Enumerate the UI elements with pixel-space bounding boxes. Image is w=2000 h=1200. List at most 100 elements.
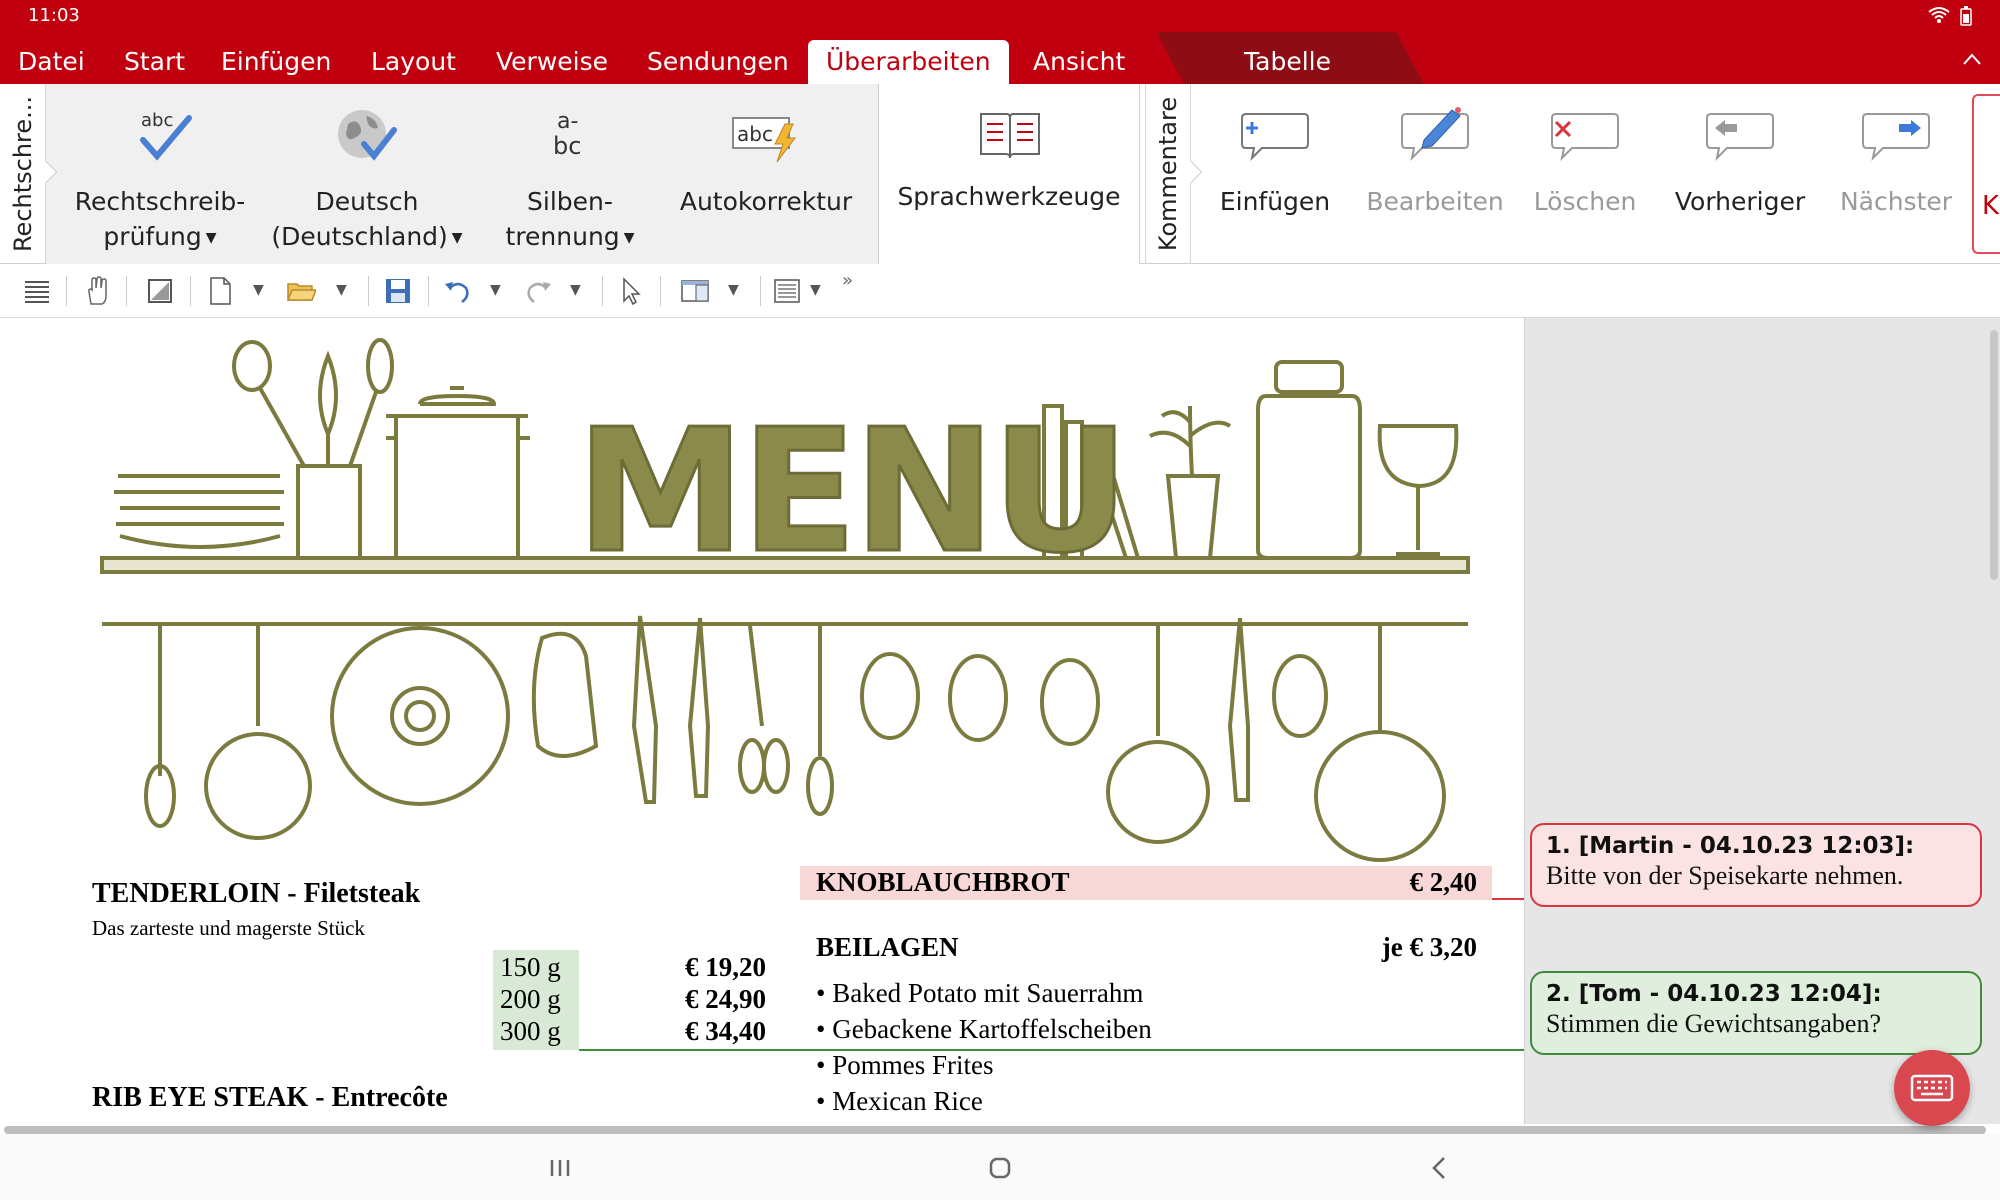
autocorrect-icon: abc: [732, 117, 796, 163]
view-mode-icon[interactable]: [680, 276, 710, 306]
comment-1-text: Bitte von der Speisekarte nehmen.: [1546, 861, 1904, 890]
naechster-label: Nächster: [1839, 187, 1953, 216]
quick-toolbar: ▼ ▼ ▼ ▼ ▼ ▼ »: [0, 264, 2000, 318]
einfuegen-label: Einfügen: [1219, 187, 1331, 216]
view-mode-dropdown-icon[interactable]: ▼: [728, 282, 739, 298]
beilage-item: • Baked Potato mit Sauerrahm: [816, 978, 1144, 1008]
ribeye-title: RIB EYE STEAK - Entrecôte: [92, 1082, 448, 1113]
page-layout-dropdown-icon[interactable]: ▼: [810, 282, 821, 298]
globe-check-icon: [338, 110, 397, 161]
home-icon[interactable]: [980, 1148, 1020, 1188]
menu-einfuegen[interactable]: Einfügen: [221, 40, 331, 84]
knoblauchbrot-title: KNOBLAUCHBROT: [816, 867, 1070, 897]
beilage-item: • Mexican Rice: [816, 1086, 983, 1116]
comment-2-connector: [579, 1049, 1524, 1051]
back-icon[interactable]: [1420, 1148, 1460, 1188]
sprache-button[interactable]: Deutsch (Deutschland) ▼: [262, 84, 472, 264]
comment-delete-icon: [1551, 113, 1619, 162]
dropdown-arrow-icon[interactable]: ▼: [624, 230, 635, 246]
beilagen-title: BEILAGEN: [816, 932, 959, 962]
menu-kitchen-illustration: MENU: [100, 338, 1470, 862]
document-page[interactable]: MENU TENDERLOIN - Filetsteak Das zartest…: [0, 318, 1524, 1124]
loeschen-label: Löschen: [1533, 187, 1637, 216]
open-dropdown-icon[interactable]: ▼: [336, 282, 347, 298]
silben-label-1: Silben-: [527, 187, 613, 216]
new-document-dropdown-icon[interactable]: ▼: [253, 282, 264, 298]
ribbon: Rechtschre... abc Rechtschreib-prüfung ▼ …: [0, 84, 2000, 264]
status-time: 11:03: [28, 5, 80, 26]
comment-1-header: 1. [Martin - 04.10.23 12:03]:: [1546, 833, 1915, 859]
tenderloin-title: TENDERLOIN - Filetsteak: [92, 878, 421, 909]
svg-text:abc: abc: [141, 110, 173, 131]
app-window: 11:03 Datei Start Einfügen Layout Verwei…: [0, 0, 2000, 1200]
sprachwerkzeuge-button[interactable]: Sprachwerkzeuge: [878, 84, 1140, 264]
menu-bar: Datei Start Einfügen Layout Verweise Sen…: [0, 40, 2000, 84]
undo-icon[interactable]: [442, 276, 472, 306]
wifi-icon: [1928, 7, 1950, 23]
deutsch-label-1: Deutsch: [315, 187, 419, 216]
horizontal-scrollbar[interactable]: [4, 1126, 1986, 1134]
redo-dropdown-icon[interactable]: ▼: [570, 282, 581, 298]
menu-verweise[interactable]: Verweise: [496, 40, 608, 84]
select-pointer-icon[interactable]: [616, 276, 646, 306]
book-icon: [980, 113, 1040, 159]
menu-ansicht[interactable]: Ansicht: [1033, 40, 1125, 84]
beilage-item: • Gebackene Kartoffelscheiben: [816, 1014, 1152, 1044]
dropdown-arrow-icon[interactable]: ▼: [452, 230, 463, 246]
svg-text:abc: abc: [737, 122, 773, 146]
kommentar-einfuegen-button[interactable]: Einfügen: [1205, 84, 1345, 264]
menu-datei[interactable]: Datei: [18, 40, 85, 84]
new-document-icon[interactable]: [205, 276, 235, 306]
shading-icon[interactable]: [145, 276, 175, 306]
open-folder-icon[interactable]: [286, 276, 316, 306]
comment-2[interactable]: 2. [Tom - 04.10.23 12:04]: Stimmen die G…: [1530, 971, 1982, 1055]
weight-300: 300 g: [500, 1016, 561, 1046]
kommentar-naechster-button[interactable]: Nächster: [1826, 84, 1966, 264]
group-kommentare-tab[interactable]: Kommentare: [1145, 84, 1203, 264]
comment-edit-icon: [1401, 107, 1469, 162]
comment-1-connector: [1492, 898, 1524, 900]
vorheriger-label: Vorheriger: [1674, 187, 1806, 216]
menu-sendungen[interactable]: Sendungen: [647, 40, 789, 84]
menu-start[interactable]: Start: [124, 40, 185, 84]
collapse-ribbon-icon[interactable]: [1962, 52, 1982, 66]
deutsch-label-2: (Deutschland): [271, 222, 448, 251]
dropdown-arrow-icon[interactable]: ▼: [206, 230, 217, 246]
toolbar-overflow-icon[interactable]: »: [842, 270, 853, 291]
kommentar-bearbeiten-button[interactable]: Bearbeiten: [1360, 84, 1510, 264]
autokorrektur-button[interactable]: abc Autokorrektur: [668, 84, 864, 264]
beilage-item: • Pommes Frites: [816, 1050, 994, 1080]
redo-icon[interactable]: [524, 276, 554, 306]
menu-tabelle[interactable]: Tabelle: [1244, 40, 1331, 84]
keyboard-toggle-button[interactable]: [1894, 1050, 1970, 1126]
group-rechtschreibung-tab[interactable]: Rechtschre...: [0, 84, 58, 264]
knoblauchbrot-price: € 2,40: [1409, 867, 1478, 897]
spellcheck-icon: abc: [140, 110, 192, 161]
comment-next-icon: [1862, 113, 1930, 162]
comment-add-icon: [1241, 113, 1309, 162]
menu-ueberarbeiten[interactable]: Überarbeiten: [808, 40, 1009, 84]
outline-view-icon[interactable]: [22, 276, 52, 306]
comment-2-text: Stimmen die Gewichtsangaben?: [1546, 1009, 1882, 1038]
ribbon-overflow-button[interactable]: K: [1972, 94, 2000, 254]
hand-tool-icon[interactable]: [82, 276, 112, 306]
keyboard-icon: [1910, 1074, 1954, 1102]
comment-previous-icon: [1706, 113, 1774, 162]
comment-2-header: 2. [Tom - 04.10.23 12:04]:: [1546, 981, 1882, 1007]
kommentar-vorheriger-button[interactable]: Vorheriger: [1665, 84, 1815, 264]
rechtschreibpruefung-button[interactable]: abc Rechtschreib-prüfung ▼: [70, 84, 250, 264]
undo-dropdown-icon[interactable]: ▼: [490, 282, 501, 298]
rechtschreib-label-1: Rechtschreib-: [74, 187, 246, 216]
hyphenation-icon: a- bc: [553, 109, 581, 160]
recent-apps-icon[interactable]: [540, 1148, 580, 1188]
price-150: € 19,20: [685, 952, 766, 982]
comment-1[interactable]: 1. [Martin - 04.10.23 12:03]: Bitte von …: [1530, 823, 1982, 907]
menu-layout[interactable]: Layout: [371, 40, 456, 84]
save-icon[interactable]: [383, 276, 413, 306]
silbentrennung-button[interactable]: a- bc Silben-trennung ▼: [490, 84, 650, 264]
vertical-scrollbar[interactable]: [1990, 330, 1998, 580]
svg-text:bc: bc: [553, 132, 581, 160]
kommentar-loeschen-button[interactable]: Löschen: [1515, 84, 1655, 264]
battery-icon: [1960, 6, 1972, 26]
page-layout-icon[interactable]: [772, 276, 802, 306]
